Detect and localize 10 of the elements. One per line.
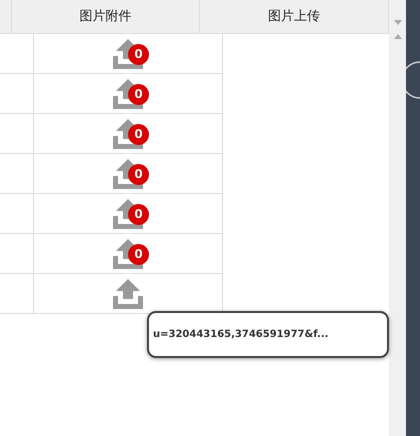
count-badge: 0 xyxy=(128,164,149,184)
column-header: 图片附件 xyxy=(80,8,132,26)
count-badge: 0 xyxy=(128,84,149,104)
count-badge: 0 xyxy=(128,124,149,144)
count-badge: 0 xyxy=(128,204,149,224)
count-badge: 0 xyxy=(128,44,149,64)
count-badge: 0 xyxy=(128,244,149,264)
upload-icon[interactable] xyxy=(113,278,143,308)
column-header: 图片上传 xyxy=(268,8,320,26)
tooltip: u=320443165,3746591977&f... xyxy=(147,311,389,358)
